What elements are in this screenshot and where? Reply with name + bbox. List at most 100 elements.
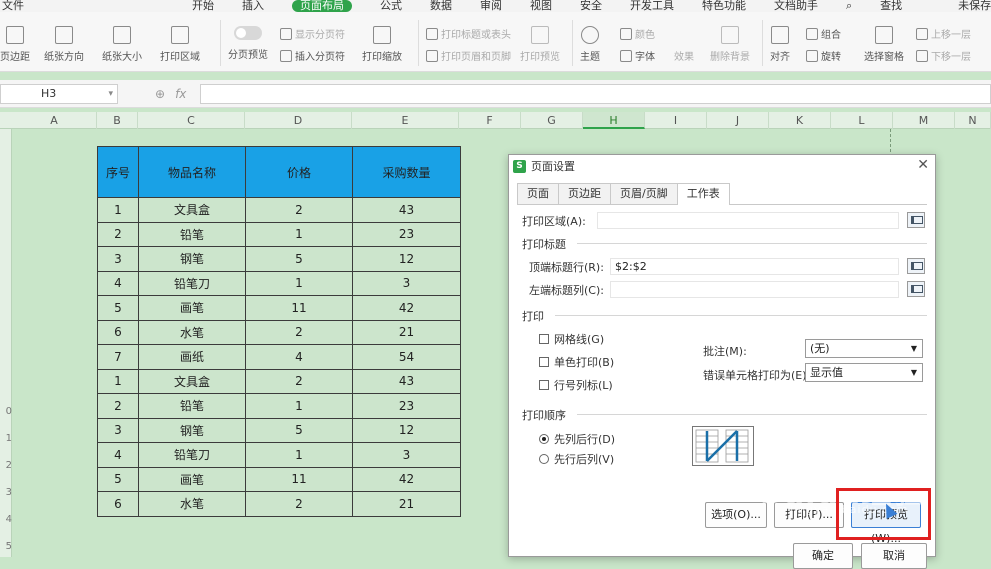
table-cell[interactable]: 21 [352,319,461,345]
row-header[interactable]: 0 [0,406,12,417]
table-cell[interactable]: 画纸 [138,344,246,370]
row-header[interactable]: 5 [0,541,12,552]
menu-file[interactable]: 文件 [2,0,24,12]
column-header[interactable]: B [97,112,138,129]
table-cell[interactable]: 1 [97,368,139,394]
formula-input[interactable] [200,84,991,104]
rotate-button[interactable]: 旋转 [806,48,841,63]
table-cell[interactable]: 铅笔 [138,221,246,247]
print-header-footer-button[interactable]: 打印页眉和页脚 [426,48,511,63]
group-button[interactable]: 组合 [806,26,841,41]
header-cell[interactable]: 序号 [97,146,139,198]
table-cell[interactable]: 3 [352,442,461,468]
print-area-button[interactable]: 打印区域 [160,26,200,63]
table-cell[interactable]: 3 [97,246,139,272]
mono-checkbox[interactable]: 单色打印(B) [539,354,614,370]
table-cell[interactable]: 23 [352,393,461,419]
send-backward-button[interactable]: 下移一层 [916,48,971,63]
column-header[interactable]: G [521,112,583,129]
orientation-button[interactable]: 纸张方向 [44,26,84,63]
column-header[interactable]: E [352,112,459,129]
table-cell[interactable]: 2 [97,221,139,247]
tab-data[interactable]: 数据 [430,0,452,12]
column-header[interactable]: N [955,112,991,129]
tab-review[interactable]: 审阅 [480,0,502,12]
tab-header-footer[interactable]: 页眉/页脚 [610,183,678,204]
column-header[interactable]: A [12,112,97,129]
tab-security[interactable]: 安全 [580,0,602,12]
tab-page[interactable]: 页面 [517,183,559,204]
print-area-input[interactable] [597,212,899,229]
show-page-breaks-checkbox[interactable]: 显示分页符 [280,26,345,41]
table-cell[interactable]: 11 [245,466,353,492]
column-header[interactable]: F [459,112,521,129]
row-header[interactable]: 1 [0,433,12,444]
left-cols-ref-button[interactable] [907,281,925,297]
table-cell[interactable]: 12 [352,417,461,443]
table-cell[interactable]: 2 [245,319,353,345]
table-cell[interactable]: 1 [245,393,353,419]
tab-features[interactable]: 特色功能 [702,0,746,12]
table-cell[interactable]: 5 [245,417,353,443]
align-button[interactable]: 对齐 [770,26,790,63]
table-cell[interactable]: 4 [97,442,139,468]
column-header-selected[interactable]: H [583,112,645,129]
column-header[interactable]: K [769,112,831,129]
colors-button[interactable]: 颜色 [620,26,655,41]
table-cell[interactable]: 铅笔刀 [138,442,246,468]
header-cell[interactable]: 物品名称 [138,146,246,198]
print-scale-button[interactable]: 打印缩放 [362,26,402,63]
column-header[interactable]: C [138,112,245,129]
tab-insert[interactable]: 插入 [242,0,264,12]
tab-sheet[interactable]: 工作表 [676,183,730,205]
cancel-button[interactable]: 取消 [861,543,927,569]
tab-developer[interactable]: 开发工具 [630,0,674,12]
search-button[interactable]: ⌕ 查找 [846,0,930,12]
table-cell[interactable]: 文具盒 [138,368,246,394]
print-titles-button[interactable]: 打印标题或表头 [426,26,511,41]
print-preview-ribbon-button[interactable]: 打印预览 [520,26,560,63]
table-cell[interactable]: 2 [245,197,353,223]
column-header[interactable]: M [893,112,955,129]
table-cell[interactable]: 5 [97,466,139,492]
table-cell[interactable]: 42 [352,466,461,492]
table-cell[interactable]: 铅笔刀 [138,270,246,296]
row-header[interactable]: 3 [0,487,12,498]
table-cell[interactable]: 钢笔 [138,417,246,443]
effects-button[interactable]: 效果 [674,48,694,63]
table-cell[interactable]: 2 [97,393,139,419]
tab-formulas[interactable]: 公式 [380,0,402,12]
over-then-down-radio[interactable]: 先行后列(V) [539,451,614,467]
table-cell[interactable]: 2 [245,368,353,394]
table-cell[interactable]: 6 [97,319,139,345]
options-button[interactable]: 选项(O)... [705,502,767,528]
table-cell[interactable]: 5 [245,246,353,272]
insert-page-break-button[interactable]: 插入分页符 [280,48,345,63]
comments-select[interactable]: (无) ▼ [805,339,923,358]
table-cell[interactable]: 1 [245,221,353,247]
column-header[interactable]: L [831,112,893,129]
row-col-headers-checkbox[interactable]: 行号列标(L) [539,377,613,393]
row-header[interactable]: 4 [0,514,12,525]
table-cell[interactable]: 5 [97,295,139,321]
table-cell[interactable]: 文具盒 [138,197,246,223]
zoom-search-icon[interactable]: ⊕ [155,84,165,104]
column-header[interactable]: D [245,112,352,129]
paper-size-button[interactable]: 纸张大小 [102,26,142,63]
tab-page-layout[interactable]: 页面布局 [292,0,352,12]
name-box[interactable]: H3 ▾ [0,84,118,104]
table-cell[interactable]: 1 [97,197,139,223]
table-cell[interactable]: 铅笔 [138,393,246,419]
table-cell[interactable]: 画笔 [138,466,246,492]
table-cell[interactable]: 3 [352,270,461,296]
top-rows-ref-button[interactable] [907,258,925,274]
theme-button[interactable]: 主题 [580,26,600,63]
table-cell[interactable]: 6 [97,491,139,517]
table-cell[interactable]: 画笔 [138,295,246,321]
page-break-preview-button[interactable]: 分页预览 [228,26,268,61]
bring-forward-button[interactable]: 上移一层 [916,26,971,41]
left-cols-input[interactable] [610,281,899,298]
table-cell[interactable]: 7 [97,344,139,370]
fx-icon[interactable]: fx [175,84,186,104]
table-cell[interactable]: 2 [245,491,353,517]
